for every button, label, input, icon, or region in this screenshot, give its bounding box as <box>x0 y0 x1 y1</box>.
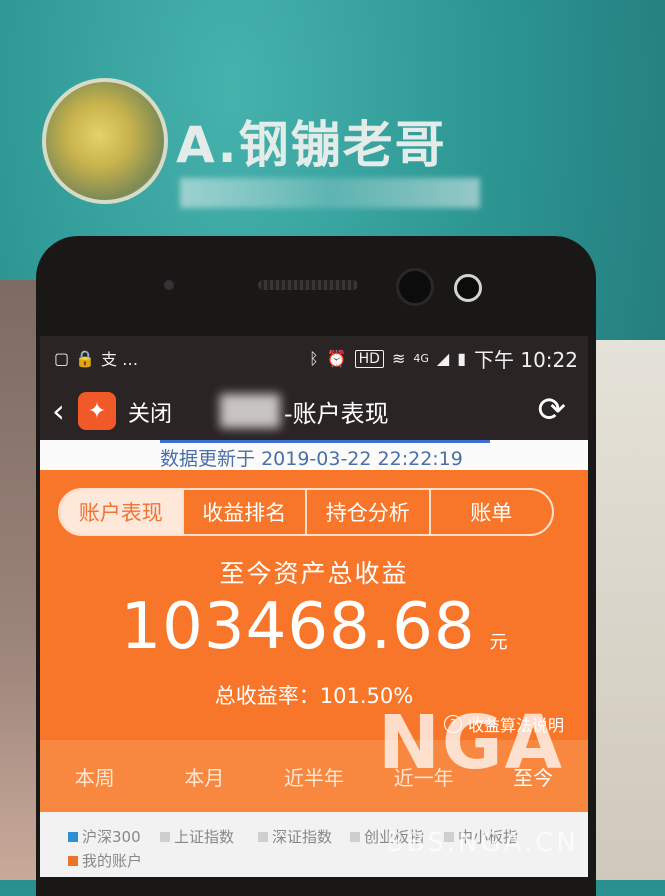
refresh-icon[interactable]: ⟳ <box>538 390 567 430</box>
total-earnings-value: 103468.68 <box>120 590 476 664</box>
legend-swatch <box>350 831 360 842</box>
status-time: 下午 10:22 <box>474 348 578 372</box>
legend-item[interactable]: 深证指数 <box>258 826 332 847</box>
app-logo-icon: ✦ <box>78 392 116 430</box>
legend-swatch <box>160 831 170 842</box>
contact-avatar <box>42 78 168 204</box>
total-earnings: 103468.68 元 <box>40 590 588 664</box>
watermark-logo: NGA <box>378 700 564 786</box>
iris-sensor <box>454 274 482 302</box>
update-bar: 数据更新于 2019-03-22 22:22:19 <box>40 440 588 470</box>
back-chevron-icon[interactable]: ‹ <box>52 392 65 430</box>
alarm-icon: ⏰ <box>326 349 347 368</box>
contact-name: A.钢镚老哥 <box>176 116 447 174</box>
page-title: -账户表现 <box>284 400 389 428</box>
lock-icon: 🔒 <box>75 348 96 368</box>
loading-line <box>160 440 490 443</box>
signal-icon: ◢ <box>436 349 450 368</box>
total-earnings-title: 至今资产总收益 <box>219 559 409 588</box>
app-navbar: ‹ ✦ 关闭 -账户表现 ⟳ <box>40 380 588 440</box>
period-this-week[interactable]: 本周 <box>40 740 150 812</box>
update-timestamp: 2019-03-22 22:22:19 <box>261 448 463 470</box>
legend-label: 我的账户 <box>82 852 143 870</box>
legend-label: 上证指数 <box>174 828 235 846</box>
legend-label: 沪深300 <box>82 828 141 846</box>
tab-earnings-ranking[interactable]: 收益排名 <box>184 490 307 534</box>
front-camera <box>396 268 434 306</box>
legend-swatch <box>68 855 78 866</box>
tab-account-performance[interactable]: 账户表现 <box>60 490 184 534</box>
phone-screen: ▢ 🔒 支 … ᛒ ⏰ HD ≋ 4G ◢ ▮ 下午 10:22 ‹ ✦ 关闭 … <box>40 336 588 877</box>
bag-icon: ▢ <box>54 348 70 368</box>
tab-bill[interactable]: 账单 <box>431 490 553 534</box>
tab-holdings-analysis[interactable]: 持仓分析 <box>307 490 431 534</box>
legend-item[interactable]: 沪深300 <box>68 826 141 847</box>
legend-item[interactable]: 我的账户 <box>68 850 142 871</box>
close-button[interactable]: 关闭 <box>128 396 172 428</box>
legend-label: 深证指数 <box>272 828 333 846</box>
legend-item[interactable]: 上证指数 <box>160 826 234 847</box>
period-this-month[interactable]: 本月 <box>150 740 260 812</box>
tab-bar: 账户表现 收益排名 持仓分析 账单 <box>58 488 554 536</box>
period-half-year[interactable]: 近半年 <box>259 740 369 812</box>
battery-icon: ▮ <box>457 349 466 368</box>
wifi-icon: ≋ <box>391 349 406 368</box>
proximity-dot <box>164 280 174 290</box>
legend-swatch <box>258 831 268 842</box>
legend-swatch <box>68 831 78 842</box>
network-label: 4G <box>413 352 429 365</box>
earpiece-speaker <box>258 280 358 290</box>
blurred-subtitle <box>180 178 480 208</box>
update-info: 数据更新于 2019-03-22 22:22:19 <box>160 444 463 471</box>
currency-unit: 元 <box>489 632 508 653</box>
main-content: 数据更新于 2019-03-22 22:22:19 账户表现 收益排名 持仓分析… <box>40 440 588 877</box>
status-left-text: 支 … <box>101 350 139 369</box>
hd-badge: HD <box>354 349 384 368</box>
status-bar: ▢ 🔒 支 … ᛒ ⏰ HD ≋ 4G ◢ ▮ 下午 10:22 <box>40 336 588 380</box>
bluetooth-icon: ᛒ <box>309 349 319 368</box>
update-label: 数据更新于 <box>160 448 256 470</box>
watermark-url: BBS.NGA.CN <box>386 828 579 858</box>
blurred-account-name <box>220 394 280 428</box>
